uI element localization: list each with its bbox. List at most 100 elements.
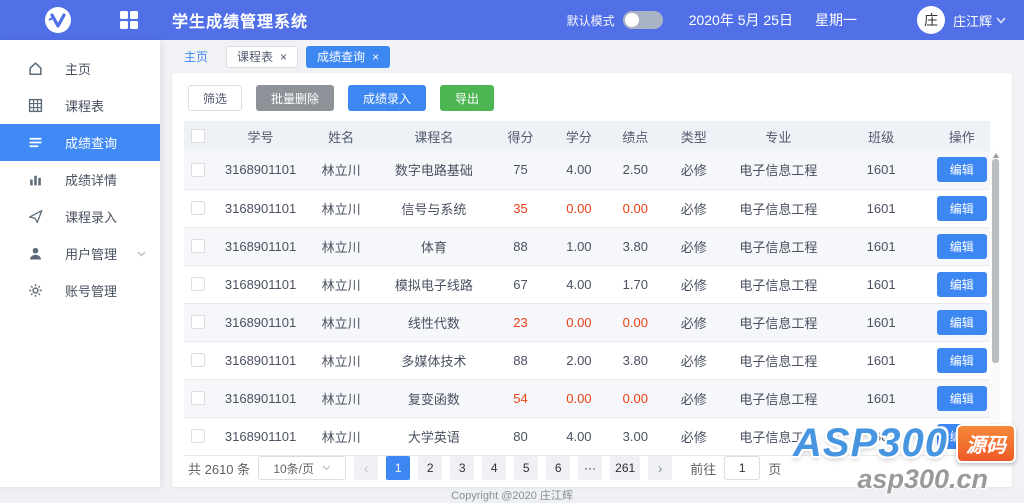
- tab-grade-query[interactable]: 成绩查询 ×: [306, 46, 390, 68]
- username[interactable]: 庄江辉: [953, 11, 992, 30]
- sidebar-item-label: 课程录入: [65, 207, 117, 226]
- row-checkbox[interactable]: [191, 429, 205, 443]
- cell-gpa: 3.80: [611, 341, 659, 379]
- table-row: 3168901101 林立川 数字电路基础 75 4.00 2.50 必修 电子…: [184, 151, 990, 189]
- cell-name: 林立川: [309, 151, 373, 189]
- cell-score: 88: [494, 341, 546, 379]
- close-icon[interactable]: ×: [280, 51, 287, 63]
- edit-button[interactable]: 编辑: [937, 196, 987, 221]
- close-icon[interactable]: ×: [372, 51, 379, 63]
- cell-course: 大学英语: [373, 417, 494, 455]
- grade-entry-button[interactable]: 成绩录入: [348, 85, 426, 111]
- mode-label: 默认模式: [567, 12, 615, 29]
- cell-type: 必修: [659, 303, 728, 341]
- edit-button[interactable]: 编辑: [937, 157, 987, 182]
- row-checkbox[interactable]: [191, 353, 205, 367]
- chevron-down-icon[interactable]: [996, 17, 1006, 24]
- mode-toggle[interactable]: [623, 11, 663, 29]
- bar-chart-icon: [28, 172, 43, 187]
- cell-credit: 2.00: [547, 341, 611, 379]
- cell-student-id: 3168901101: [212, 189, 309, 227]
- table-row: 3168901101 林立川 复变函数 54 0.00 0.00 必修 电子信息…: [184, 379, 990, 417]
- cell-gpa: 1.70: [611, 265, 659, 303]
- tabs-bar: 主页 课程表 × 成绩查询 ×: [160, 40, 1024, 73]
- sidebar-item-user-management[interactable]: 用户管理: [0, 235, 160, 272]
- page-unit-label: 页: [768, 459, 781, 478]
- sidebar-item-account-management[interactable]: 账号管理: [0, 272, 160, 309]
- sidebar-item-grade-query[interactable]: 成绩查询: [0, 124, 160, 161]
- weekday-text: 星期一: [815, 10, 857, 30]
- cell-course: 多媒体技术: [373, 341, 494, 379]
- edit-button[interactable]: 编辑: [937, 424, 987, 449]
- content-card: 筛选 批量删除 成绩录入 导出 学号 姓名: [172, 73, 1012, 487]
- cell-type: 必修: [659, 227, 728, 265]
- edit-button[interactable]: 编辑: [937, 386, 987, 411]
- table-row: 3168901101 林立川 体育 88 1.00 3.80 必修 电子信息工程…: [184, 227, 990, 265]
- page-size-select[interactable]: 10条/页: [258, 456, 346, 480]
- filter-button[interactable]: 筛选: [188, 85, 242, 111]
- page-number-button[interactable]: 3: [450, 456, 474, 480]
- edit-button[interactable]: 编辑: [937, 272, 987, 297]
- col-class: 班级: [829, 121, 934, 151]
- row-checkbox[interactable]: [191, 201, 205, 215]
- cell-gpa: 3.00: [611, 417, 659, 455]
- row-checkbox[interactable]: [191, 391, 205, 405]
- cell-gpa: 0.00: [611, 189, 659, 227]
- cell-course: 复变函数: [373, 379, 494, 417]
- page-number-button[interactable]: ···: [578, 456, 602, 480]
- cell-student-id: 3168901101: [212, 341, 309, 379]
- submenu-chevron-icon: [137, 251, 146, 257]
- sidebar-item-label: 成绩查询: [65, 133, 117, 152]
- sidebar-item-timetable[interactable]: 课程表: [0, 87, 160, 124]
- cell-major: 电子信息工程: [728, 227, 829, 265]
- scroll-up-icon[interactable]: [993, 153, 999, 158]
- sidebar-item-grade-detail[interactable]: 成绩详情: [0, 161, 160, 198]
- page-number-button[interactable]: 261: [610, 456, 640, 480]
- cell-major: 电子信息工程: [728, 341, 829, 379]
- list-icon: [28, 135, 43, 150]
- batch-delete-button[interactable]: 批量删除: [256, 85, 334, 111]
- cell-score: 23: [494, 303, 546, 341]
- row-checkbox[interactable]: [191, 239, 205, 253]
- sidebar-item-label: 用户管理: [65, 244, 117, 263]
- tab-home[interactable]: 主页: [174, 46, 218, 68]
- avatar[interactable]: 庄: [917, 6, 945, 34]
- col-major: 专业: [728, 121, 829, 151]
- date-text: 2020年 5月 25日: [689, 10, 793, 30]
- edit-button[interactable]: 编辑: [937, 234, 987, 259]
- cell-gpa: 0.00: [611, 379, 659, 417]
- cell-student-id: 3168901101: [212, 379, 309, 417]
- next-page-button[interactable]: ›: [648, 456, 672, 480]
- cell-class: 1601: [829, 417, 934, 455]
- toggle-knob: [625, 13, 639, 27]
- scrollbar-thumb[interactable]: [992, 159, 999, 363]
- prev-page-button[interactable]: ‹: [354, 456, 378, 480]
- export-button[interactable]: 导出: [440, 85, 494, 111]
- page-number-button[interactable]: 6: [546, 456, 570, 480]
- table-grid-icon: [28, 98, 43, 113]
- table-row: 3168901101 林立川 大学英语 80 4.00 3.00 必修 电子信息…: [184, 417, 990, 455]
- row-checkbox[interactable]: [191, 315, 205, 329]
- app-logo-icon: [44, 6, 72, 34]
- tab-timetable[interactable]: 课程表 ×: [226, 46, 298, 68]
- row-checkbox[interactable]: [191, 163, 205, 177]
- edit-button[interactable]: 编辑: [937, 348, 987, 373]
- sidebar-item-course-entry[interactable]: 课程录入: [0, 198, 160, 235]
- cell-name: 林立川: [309, 189, 373, 227]
- select-all-checkbox[interactable]: [191, 129, 205, 143]
- apps-grid-icon[interactable]: [120, 11, 138, 29]
- table-row: 3168901101 林立川 多媒体技术 88 2.00 3.80 必修 电子信…: [184, 341, 990, 379]
- goto-page-input[interactable]: [724, 456, 760, 480]
- sidebar-item-home[interactable]: 主页: [0, 50, 160, 87]
- cell-class: 1601: [829, 151, 934, 189]
- col-action: 操作: [934, 121, 991, 151]
- page-number-button[interactable]: 1: [386, 456, 410, 480]
- table-scrollbar[interactable]: [991, 151, 1000, 452]
- row-checkbox[interactable]: [191, 277, 205, 291]
- cell-name: 林立川: [309, 227, 373, 265]
- page-number-button[interactable]: 2: [418, 456, 442, 480]
- edit-button[interactable]: 编辑: [937, 310, 987, 335]
- cell-course: 模拟电子线路: [373, 265, 494, 303]
- page-number-button[interactable]: 4: [482, 456, 506, 480]
- page-number-button[interactable]: 5: [514, 456, 538, 480]
